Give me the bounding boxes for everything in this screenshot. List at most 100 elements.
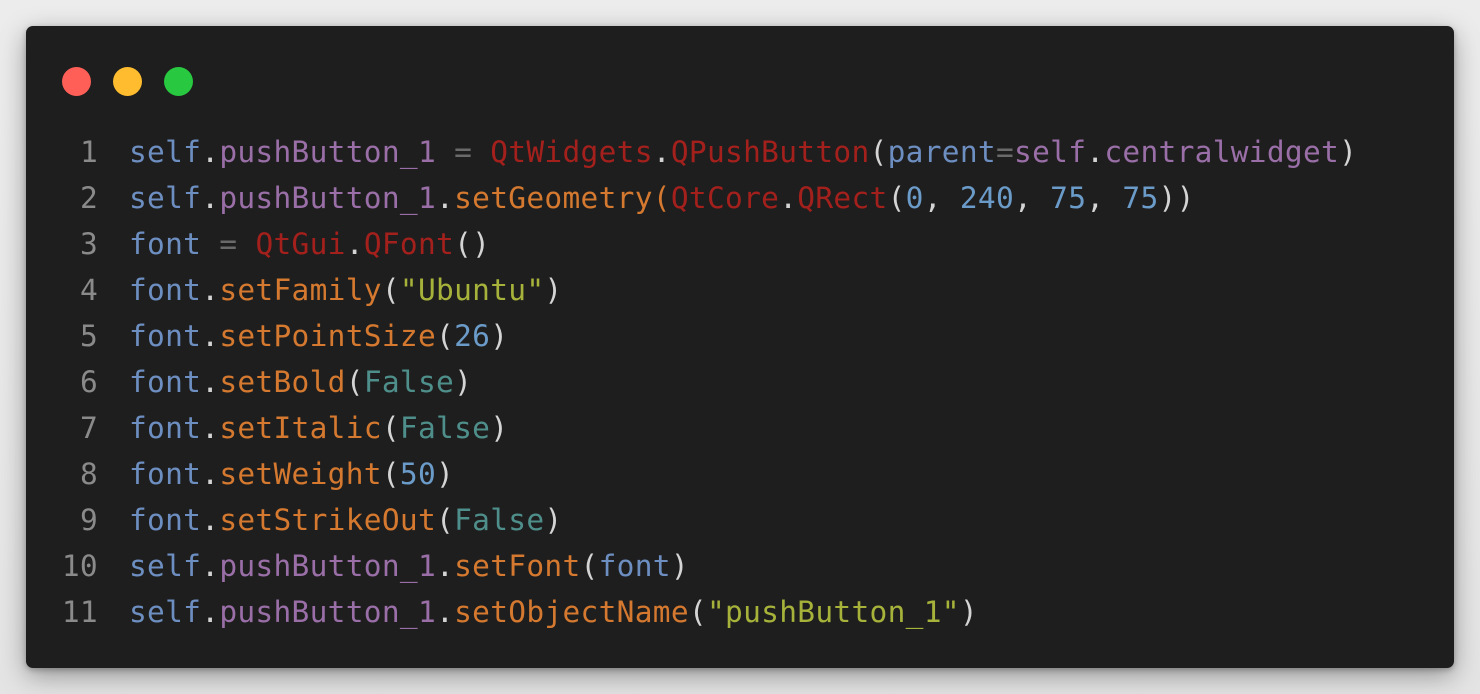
code-token: ) [544, 273, 563, 307]
code-text: self.pushButton_1.setObjectName("pushBut… [129, 589, 978, 635]
code-token: setGeometry [454, 181, 653, 215]
code-token: ) [959, 595, 978, 629]
line-number: 6 [79, 365, 98, 399]
code-token: ) [544, 503, 563, 537]
code-text: font.setFamily("Ubuntu") [129, 267, 562, 313]
code-token: . [779, 181, 798, 215]
code-token: setStrikeOut [219, 503, 437, 537]
code-token: . [436, 595, 455, 629]
code-token: pushButton_1 [219, 549, 437, 583]
code-line: 6 font.setBold(False) [26, 359, 1454, 405]
code-token: . [436, 181, 455, 215]
code-token: ( [381, 411, 400, 445]
code-token: font [129, 273, 202, 307]
code-line: 11 self.pushButton_1.setObjectName("pushB… [26, 589, 1454, 635]
code-token: . [345, 227, 364, 261]
code-text: font = QtGui.QFont() [129, 221, 490, 267]
code-token: ( [887, 181, 906, 215]
code-token: ( [580, 549, 599, 583]
code-token: setItalic [219, 411, 382, 445]
code-token: setObjectName [454, 595, 689, 629]
code-text: font.setStrikeOut(False) [129, 497, 562, 543]
close-dot-icon[interactable] [62, 67, 91, 96]
code-token: . [201, 273, 220, 307]
code-token: self [129, 135, 202, 169]
code-token: font [129, 319, 202, 353]
code-window: 1 self.pushButton_1 = QtWidgets.QPushButt… [26, 26, 1454, 668]
line-number: 4 [79, 273, 98, 307]
code-token: QtWidgets [490, 135, 653, 169]
code-token: , [1014, 181, 1051, 215]
code-line: 4 font.setFamily("Ubuntu") [26, 267, 1454, 313]
code-token: ) [670, 549, 689, 583]
minimize-dot-icon[interactable] [113, 67, 142, 96]
maximize-dot-icon[interactable] [164, 67, 193, 96]
code-token: font [129, 457, 202, 491]
code-token: ) [436, 457, 455, 491]
code-token: , [923, 181, 960, 215]
code-token: self [129, 549, 202, 583]
code-token: QRect [797, 181, 888, 215]
code-token: 0 [905, 181, 924, 215]
code-token: ) [490, 411, 509, 445]
code-token: font [129, 227, 202, 261]
code-token: setFont [454, 549, 581, 583]
code-token: False [399, 411, 491, 445]
code-token: . [201, 503, 220, 537]
line-number: 3 [79, 227, 98, 261]
code-token: ( [345, 365, 364, 399]
code-token: font [129, 411, 202, 445]
code-token: "pushButton_1" [706, 595, 960, 629]
code-line: 1 self.pushButton_1 = QtWidgets.QPushButt… [26, 129, 1454, 175]
code-text: font.setBold(False) [129, 359, 472, 405]
code-token: . [201, 319, 220, 353]
code-token: ( [436, 503, 455, 537]
code-token: False [363, 365, 455, 399]
line-number: 11 [61, 595, 98, 629]
code-token: , [1086, 181, 1123, 215]
code-token: . [201, 549, 220, 583]
line-number: 2 [79, 181, 98, 215]
code-token: 75 [1122, 181, 1159, 215]
code-token: 75 [1050, 181, 1087, 215]
code-line: 2 self.pushButton_1.setGeometry(QtCore.QR… [26, 175, 1454, 221]
code-token: ) [454, 365, 473, 399]
code-token: "Ubuntu" [399, 273, 545, 307]
line-number: 1 [79, 135, 98, 169]
code-token: = [995, 135, 1015, 169]
code-token: font [129, 503, 202, 537]
code-token: QPushButton [670, 135, 870, 169]
line-number: 9 [79, 503, 98, 537]
window-controls [62, 67, 193, 96]
code-token: pushButton_1 [219, 135, 437, 169]
code-token: . [201, 135, 220, 169]
code-token: pushButton_1 [219, 595, 437, 629]
code-token: . [201, 181, 220, 215]
code-token: 240 [959, 181, 1015, 215]
code-token: pushButton_1 [219, 181, 437, 215]
code-text: self.pushButton_1 = QtWidgets.QPushButto… [129, 129, 1357, 175]
code-token: . [201, 595, 220, 629]
code-token: setFamily [219, 273, 382, 307]
code-token: QtGui [255, 227, 346, 261]
code-token: centralwidget [1104, 135, 1340, 169]
code-token: setPointSize [219, 319, 437, 353]
code-token: font [129, 365, 202, 399]
code-token: ( [381, 457, 400, 491]
code-text: font.setWeight(50) [129, 451, 454, 497]
code-token: self [1014, 135, 1087, 169]
code-token: () [454, 227, 491, 261]
code-line: 10 self.pushButton_1.setFont(font) [26, 543, 1454, 589]
code-line: 5 font.setPointSize(26) [26, 313, 1454, 359]
code-token: = [201, 227, 256, 261]
code-text: font.setItalic(False) [129, 405, 508, 451]
code-token: ( [652, 181, 671, 215]
code-text: font.setPointSize(26) [129, 313, 508, 359]
code-token: font [598, 549, 671, 583]
code-token: self [129, 181, 202, 215]
code-block: 1 self.pushButton_1 = QtWidgets.QPushButt… [26, 129, 1454, 635]
code-token: . [201, 411, 220, 445]
code-token: self [129, 595, 202, 629]
line-number: 10 [61, 549, 98, 583]
code-token: ( [436, 319, 455, 353]
